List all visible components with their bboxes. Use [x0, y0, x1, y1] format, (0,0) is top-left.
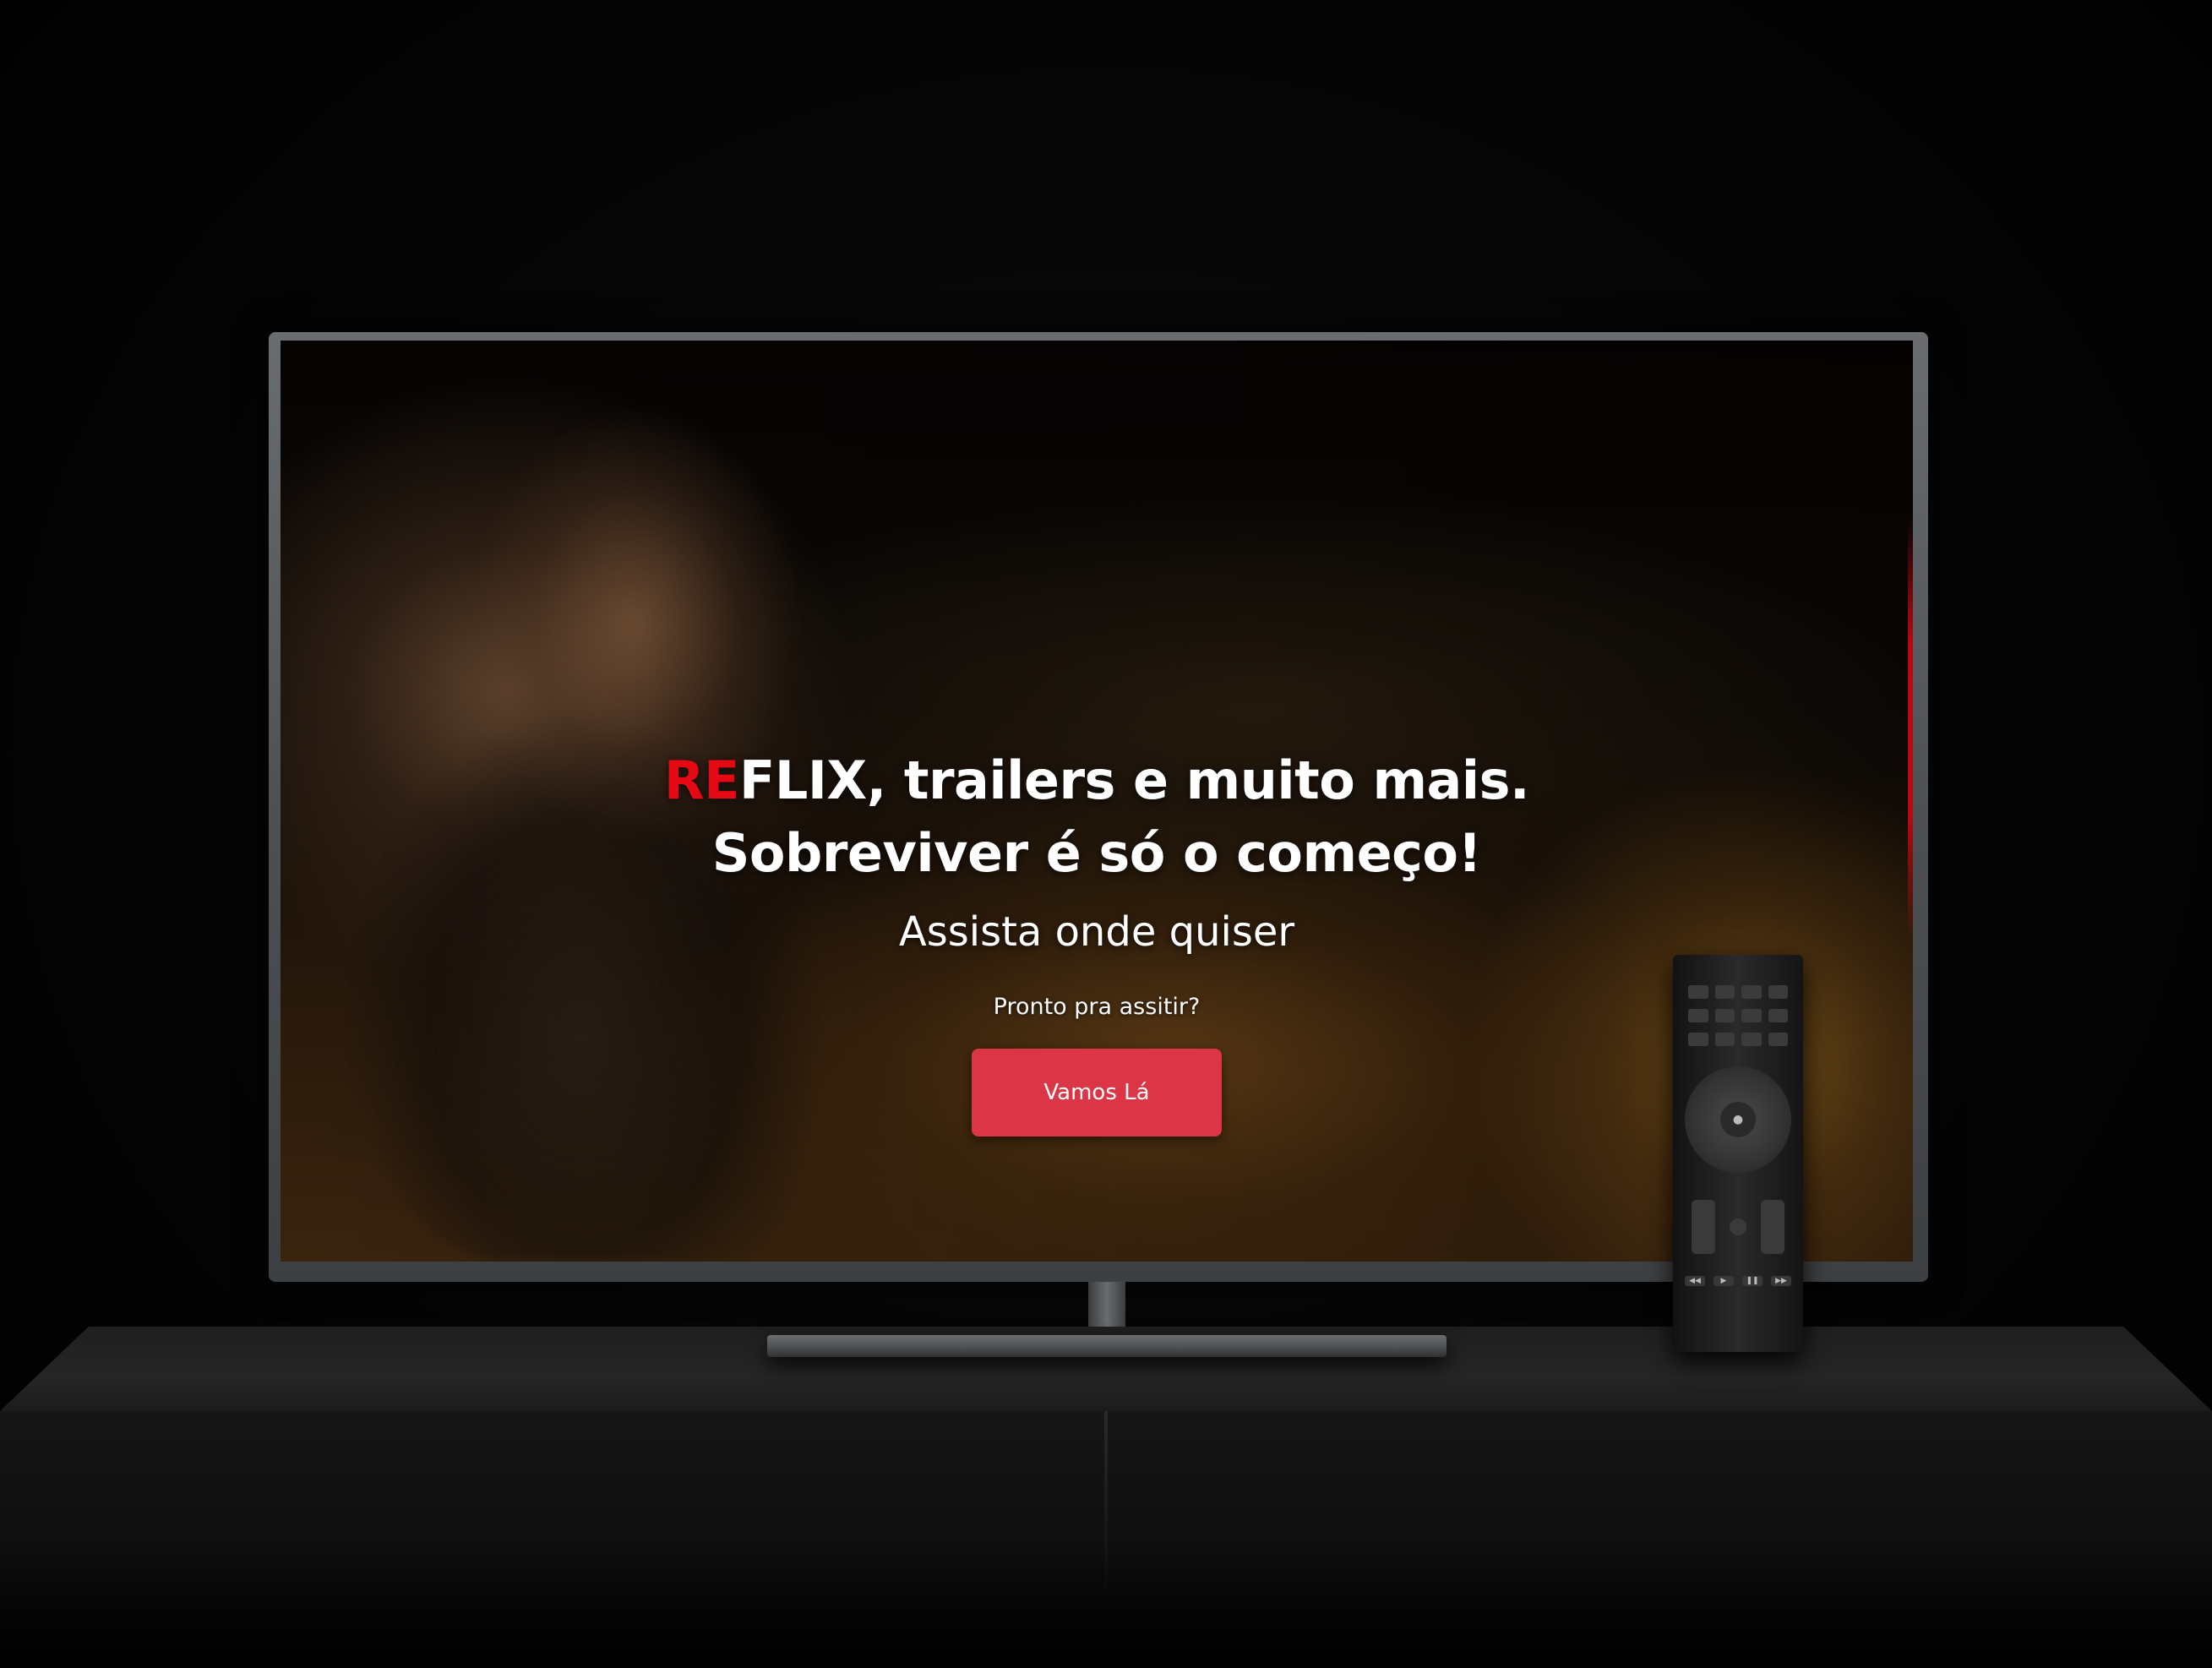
remote-key [1768, 1033, 1788, 1046]
scene: REFLIX, trailers e muito mais. Sobrevive… [0, 0, 2212, 1668]
hero-title-line2: Sobreviver é só o começo! [711, 822, 1482, 884]
remote-mute-icon [1730, 1218, 1746, 1235]
tv-remote-icon[interactable]: ● ◀◀ ▶ ❚❚ ▶▶ [1673, 955, 1803, 1352]
hero-title-line1: FLIX, trailers e muito mais. [738, 750, 1530, 811]
pause-icon: ❚❚ [1742, 1276, 1763, 1286]
remote-key [1768, 985, 1788, 999]
rewind-icon: ◀◀ [1685, 1276, 1705, 1286]
remote-key [1688, 1033, 1708, 1046]
remote-dpad: ● [1685, 1066, 1791, 1173]
hero-section: REFLIX, trailers e muito mais. Sobrevive… [281, 744, 1913, 1137]
remote-key [1714, 985, 1735, 999]
hero-title: REFLIX, trailers e muito mais. Sobrevive… [281, 744, 1913, 890]
remote-key [1714, 1009, 1735, 1022]
remote-number-keys [1688, 985, 1788, 1046]
remote-channel-rocker [1761, 1200, 1784, 1254]
cta-button[interactable]: Vamos Lá [972, 1049, 1222, 1137]
brand-highlight: RE [663, 750, 740, 811]
remote-key [1688, 1009, 1708, 1022]
hero-prompt: Pronto pra assitir? [993, 994, 1201, 1020]
remote-key [1741, 1009, 1762, 1022]
tv-screen: REFLIX, trailers e muito mais. Sobrevive… [281, 341, 1913, 1262]
remote-volume-rocker [1692, 1200, 1715, 1254]
tv-stand-base [767, 1335, 1447, 1357]
cabinet-shadow [0, 1550, 2212, 1668]
remote-key [1741, 1033, 1762, 1046]
remote-key [1741, 985, 1762, 999]
play-icon: ▶ [1713, 1276, 1734, 1286]
remote-key [1768, 1009, 1788, 1022]
fast-forward-icon: ▶▶ [1771, 1276, 1791, 1286]
remote-key [1688, 985, 1708, 999]
remote-ok-icon: ● [1720, 1102, 1756, 1137]
tv-cabinet [0, 1327, 2212, 1668]
hero-subtitle: Assista onde quiser [898, 908, 1295, 956]
remote-media-keys: ◀◀ ▶ ❚❚ ▶▶ [1685, 1276, 1791, 1286]
remote-key [1714, 1033, 1735, 1046]
